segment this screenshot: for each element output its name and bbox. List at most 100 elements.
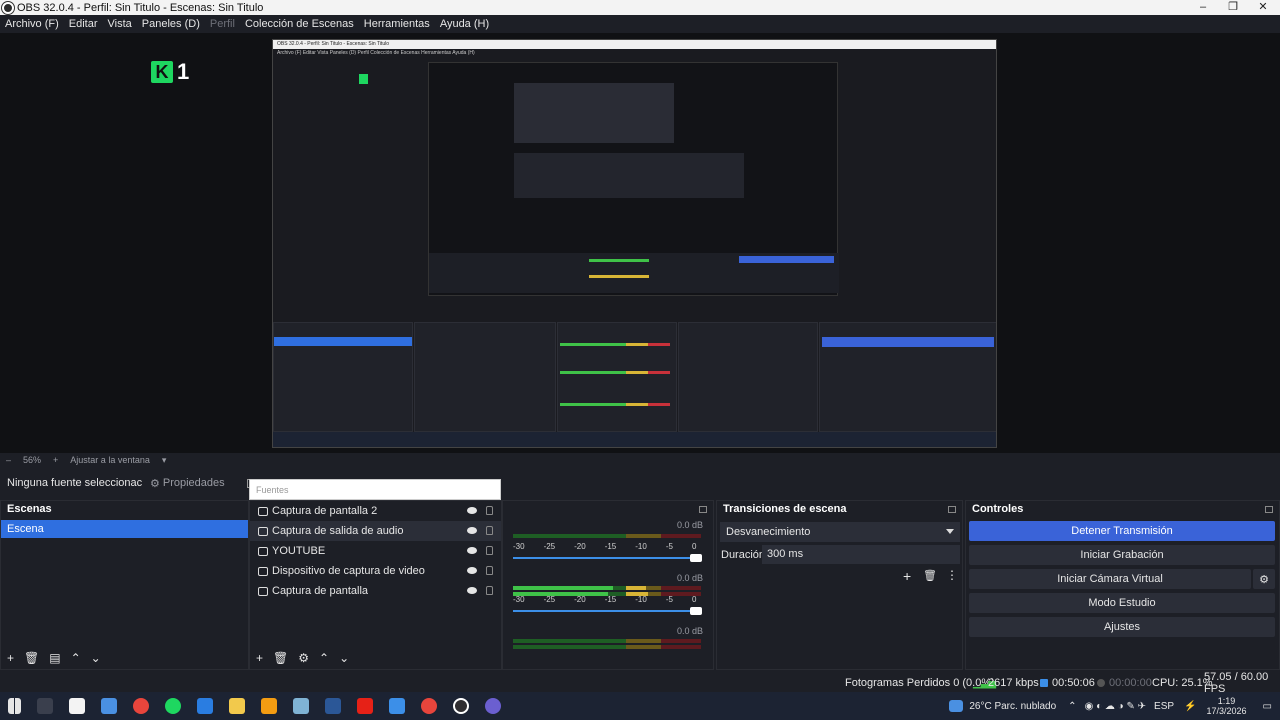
capture-controls-dock bbox=[819, 322, 996, 432]
notification-icon[interactable]: ▭ bbox=[1263, 701, 1272, 712]
visibility-eye-icon[interactable] bbox=[467, 547, 477, 554]
menu-coleccion-escenas[interactable]: Colección de Escenas bbox=[240, 18, 359, 30]
transition-select-value: Desvanecimiento bbox=[726, 526, 811, 538]
windows-start-icon[interactable] bbox=[8, 698, 21, 714]
add-source-button[interactable]: + bbox=[256, 651, 263, 665]
tray-icons[interactable]: ◉ ◐ ☁ ◑ ✎ ✈ bbox=[1085, 701, 1146, 712]
zoom-dropdown-icon[interactable]: ▾ bbox=[162, 455, 167, 466]
float-dock-icon[interactable] bbox=[948, 505, 956, 513]
source-item[interactable]: Captura de salida de audio bbox=[250, 521, 501, 541]
scene-item[interactable]: Escena bbox=[1, 520, 248, 538]
volume-slider[interactable] bbox=[513, 607, 702, 615]
transitions-dock-header: Transiciones de escena bbox=[717, 501, 962, 517]
preview-canvas[interactable]: K 1 OBS 32.0.4 - Perfil: Sin Titulo - Es… bbox=[0, 33, 1280, 453]
visibility-eye-icon[interactable] bbox=[467, 507, 477, 514]
app-icon[interactable] bbox=[485, 698, 501, 714]
start-recording-button[interactable]: Iniciar Grabación bbox=[969, 545, 1275, 565]
windows-taskbar: 26°C Parc. nublado ⌃ ◉ ◐ ☁ ◑ ✎ ✈ ESP ⚡ 1… bbox=[0, 692, 1280, 720]
properties-button[interactable]: ⚙ Propiedades bbox=[150, 477, 225, 490]
sources-filter-input[interactable]: Fuentes bbox=[249, 479, 501, 500]
scene-filters-button[interactable]: ▤ bbox=[49, 651, 60, 665]
network-icon[interactable]: ⚡ bbox=[1184, 701, 1196, 712]
move-up-button[interactable]: ⌃ bbox=[319, 651, 329, 665]
lock-icon[interactable] bbox=[486, 586, 493, 595]
store-icon[interactable] bbox=[69, 698, 85, 714]
menu-vista[interactable]: Vista bbox=[103, 18, 137, 30]
studio-mode-button[interactable]: Modo Estudio bbox=[969, 593, 1275, 613]
volume-slider-knob[interactable] bbox=[690, 607, 702, 615]
virtual-camera-button[interactable]: Iniciar Cámara Virtual bbox=[969, 569, 1251, 589]
brave-icon[interactable] bbox=[261, 698, 277, 714]
menu-paneles[interactable]: Paneles (D) bbox=[137, 18, 205, 30]
task-view-icon[interactable] bbox=[37, 698, 53, 714]
maximize-button[interactable]: ❐ bbox=[1218, 0, 1248, 15]
meter-scale: -30 -25 -20 -15 -10 -5 0 bbox=[513, 542, 697, 551]
lock-icon[interactable] bbox=[486, 566, 493, 575]
source-item[interactable]: Dispositivo de captura de video bbox=[250, 561, 501, 581]
zoom-in-button[interactable]: + bbox=[53, 455, 58, 465]
weather-text[interactable]: 26°C Parc. nublado bbox=[969, 701, 1056, 712]
remove-source-button[interactable]: 🗑 bbox=[273, 651, 288, 665]
move-down-button[interactable]: ⌄ bbox=[339, 651, 349, 665]
move-up-button[interactable]: ⌃ bbox=[71, 651, 81, 665]
volume-slider-knob[interactable] bbox=[690, 554, 702, 562]
zoom-out-button[interactable]: – bbox=[6, 455, 11, 465]
scenes-footer: + 🗑 ▤ ⌃ ⌄ bbox=[1, 647, 111, 669]
lock-icon[interactable] bbox=[486, 506, 493, 515]
close-button[interactable]: ✕ bbox=[1248, 0, 1278, 15]
visibility-eye-icon[interactable] bbox=[467, 567, 477, 574]
app-icon[interactable] bbox=[389, 698, 405, 714]
chrome-icon[interactable] bbox=[133, 698, 149, 714]
source-item[interactable]: Captura de pantalla 2 bbox=[250, 501, 501, 521]
lock-icon[interactable] bbox=[486, 546, 493, 555]
nested-meter-2 bbox=[589, 275, 649, 278]
copilot-icon[interactable] bbox=[101, 698, 117, 714]
move-down-button[interactable]: ⌄ bbox=[91, 651, 101, 665]
mixer-db-value: 0.0 dB bbox=[677, 573, 704, 583]
capture-sources-dock bbox=[414, 322, 556, 432]
menu-herramientas[interactable]: Herramientas bbox=[359, 18, 435, 30]
youtube-icon[interactable] bbox=[357, 698, 373, 714]
menu-editar[interactable]: Editar bbox=[64, 18, 103, 30]
capture-docks bbox=[273, 322, 996, 432]
virtual-camera-settings-button[interactable]: ⚙ bbox=[1253, 569, 1275, 589]
kick-overlay: K 1 bbox=[151, 59, 189, 84]
remove-transition-button[interactable]: 🗑 bbox=[923, 569, 937, 582]
spotify-icon[interactable] bbox=[165, 698, 181, 714]
edge-icon[interactable] bbox=[197, 698, 213, 714]
duration-input[interactable]: 300 ms bbox=[762, 545, 960, 564]
add-transition-button[interactable]: + bbox=[903, 568, 911, 584]
language-indicator[interactable]: ESP bbox=[1154, 701, 1174, 712]
word-icon[interactable] bbox=[325, 698, 341, 714]
chevron-up-icon[interactable]: ⌃ bbox=[1068, 701, 1076, 712]
float-dock-icon[interactable] bbox=[1265, 505, 1273, 513]
notepad-icon[interactable] bbox=[293, 698, 309, 714]
file-explorer-icon[interactable] bbox=[229, 698, 245, 714]
menu-perfil[interactable]: Perfil bbox=[205, 18, 240, 30]
chrome-profile-icon[interactable] bbox=[421, 698, 437, 714]
menu-archivo[interactable]: Archivo (F) bbox=[0, 18, 64, 30]
minimize-button[interactable]: – bbox=[1188, 0, 1218, 15]
remove-scene-button[interactable]: 🗑 bbox=[24, 651, 39, 665]
volume-slider[interactable] bbox=[513, 554, 702, 562]
source-item[interactable]: YOUTUBE bbox=[250, 541, 501, 561]
source-item[interactable]: Captura de pantalla bbox=[250, 581, 501, 601]
transition-select[interactable]: Desvanecimiento bbox=[720, 522, 960, 542]
clock-date: 17/3/2026 bbox=[1206, 706, 1247, 716]
add-scene-button[interactable]: + bbox=[7, 651, 14, 665]
visibility-eye-icon[interactable] bbox=[467, 587, 477, 594]
settings-button[interactable]: Ajustes bbox=[969, 617, 1275, 637]
stream-time: 00:50:06 bbox=[1052, 677, 1095, 689]
obs-taskbar-icon[interactable] bbox=[453, 698, 469, 714]
clock[interactable]: 1:19 17/3/2026 bbox=[1207, 696, 1247, 716]
menu-ayuda[interactable]: Ayuda (H) bbox=[435, 18, 494, 30]
visibility-eye-icon[interactable] bbox=[467, 527, 477, 534]
lock-icon[interactable] bbox=[486, 526, 493, 535]
source-properties-button[interactable]: ⚙ bbox=[298, 651, 309, 665]
source-label: Captura de pantalla bbox=[272, 585, 369, 597]
transition-properties-button[interactable]: ⋮ bbox=[946, 568, 958, 582]
controls-dock-title: Controles bbox=[972, 503, 1024, 515]
fit-window-button[interactable]: Ajustar a la ventana bbox=[70, 455, 150, 465]
float-dock-icon[interactable] bbox=[699, 505, 707, 513]
stop-stream-button[interactable]: Detener Transmisión bbox=[969, 521, 1275, 541]
